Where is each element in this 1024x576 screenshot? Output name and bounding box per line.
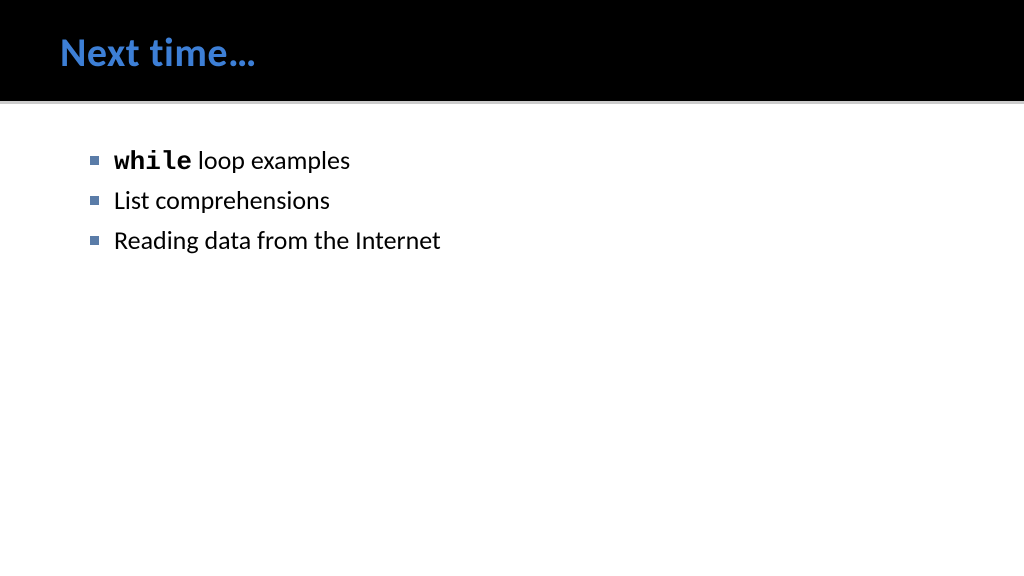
- bullet-list: while loop examples List comprehensions …: [90, 144, 964, 259]
- code-text: while: [114, 147, 192, 177]
- list-item: while loop examples: [90, 144, 964, 180]
- list-item: List comprehensions: [90, 184, 964, 220]
- item-text: Reading data from the Internet: [114, 224, 441, 256]
- slide-title: Next time…: [60, 28, 964, 77]
- list-item: Reading data from the Internet: [90, 224, 964, 260]
- item-text: List comprehensions: [114, 184, 330, 216]
- slide-header: Next time…: [0, 0, 1024, 104]
- item-text: loop examples: [192, 144, 350, 176]
- slide-content: while loop examples List comprehensions …: [0, 104, 1024, 259]
